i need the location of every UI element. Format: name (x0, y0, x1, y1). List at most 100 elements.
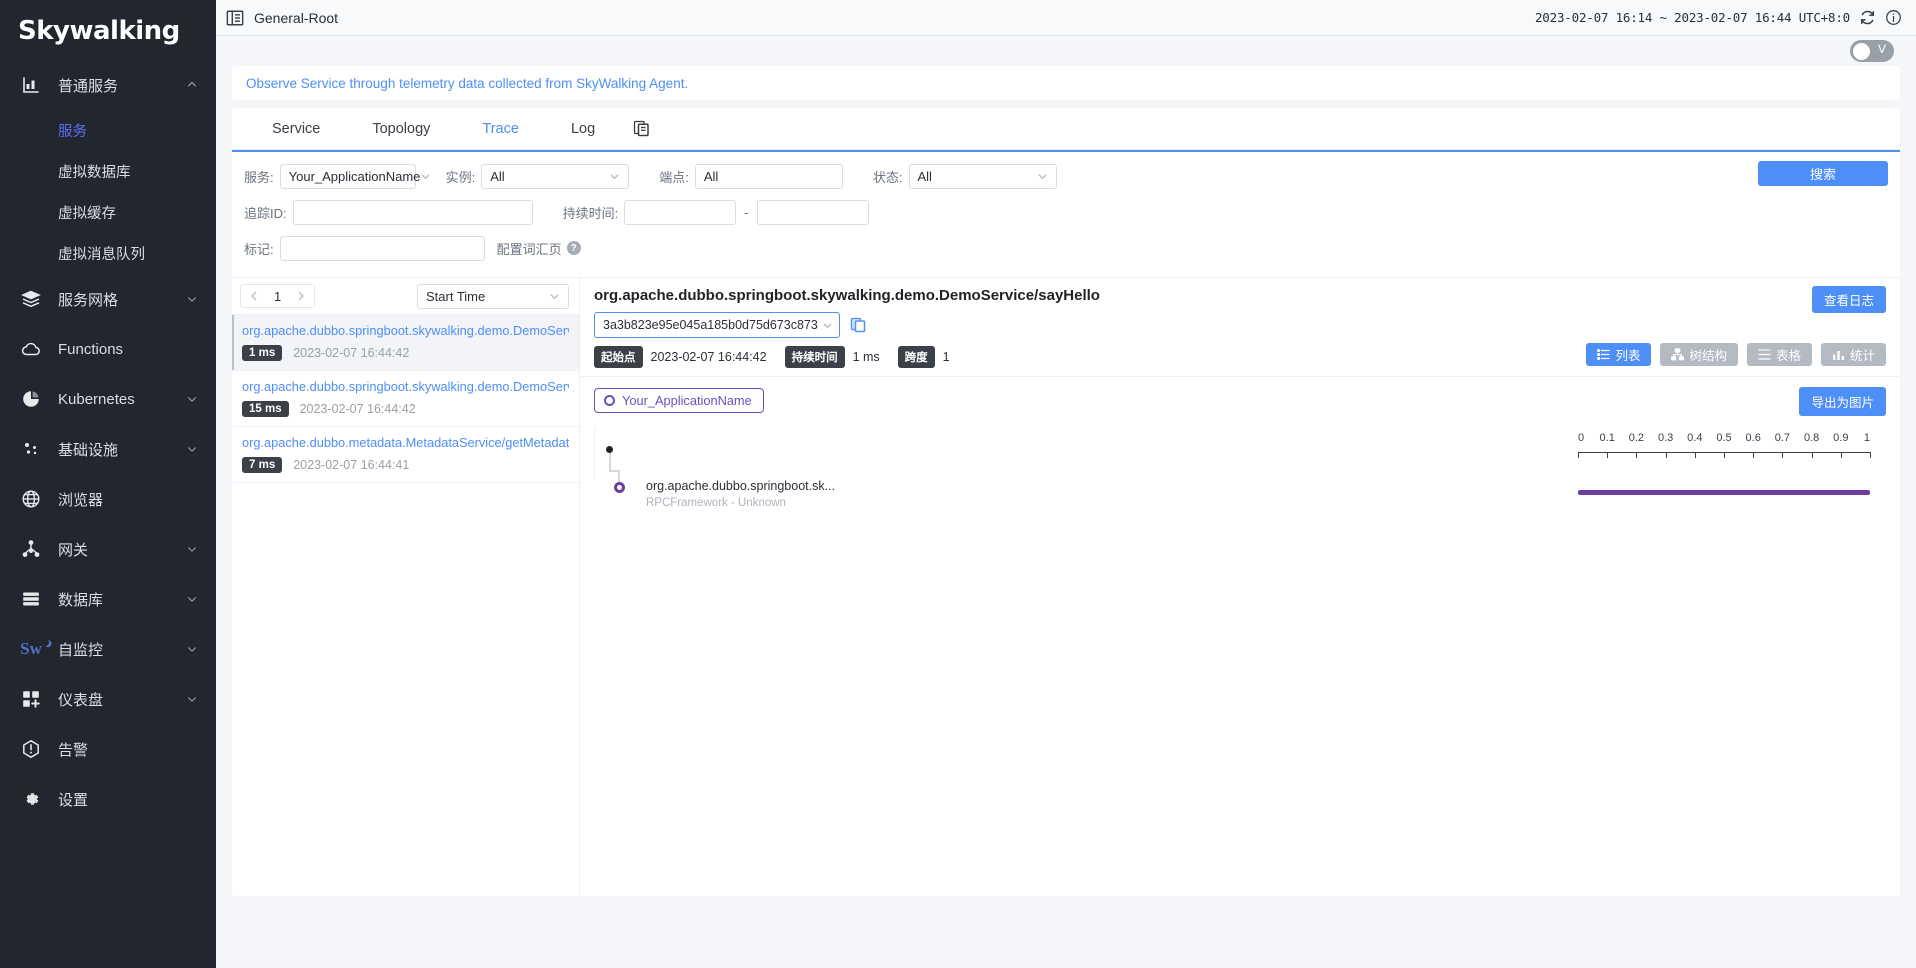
chevron-up-icon[interactable] (186, 79, 198, 91)
duration-min-input[interactable] (624, 200, 736, 225)
vocabulary-link[interactable]: 配置词汇页 ? (497, 239, 581, 258)
view-mode-button-stats[interactable]: 统计 (1821, 343, 1886, 366)
view-log-button[interactable]: 查看日志 (1812, 286, 1886, 313)
sidebar-subitem-0-2[interactable]: 虚拟缓存 (0, 192, 216, 233)
tab-topology[interactable]: Topology (346, 108, 456, 150)
timeline-axis: 00.10.20.30.40.50.60.70.80.91 (1578, 432, 1870, 466)
chevron-down-icon[interactable] (186, 543, 198, 555)
chevron-down-icon[interactable] (186, 443, 198, 455)
trace-card: ServiceTopologyTraceLog 服务: Your_Applica… (232, 108, 1900, 896)
trace-id-select[interactable]: 3a3b823e95e045a185b0d75d673c8733.163.167… (594, 312, 840, 338)
instance-select[interactable]: All (481, 164, 629, 189)
span-bar[interactable] (1578, 490, 1870, 495)
sidebar-item-6[interactable]: 网关 (0, 524, 216, 574)
tags-input[interactable] (280, 236, 485, 261)
copy-icon[interactable] (633, 120, 651, 138)
view-mode-button-list[interactable]: 列表 (1586, 343, 1651, 366)
view-mode-buttons: 列表树结构表格 统计 (1586, 343, 1886, 366)
axis-tick-label: 0.5 (1716, 432, 1731, 444)
duration-max-input[interactable] (757, 200, 869, 225)
service-tag[interactable]: Your_ApplicationName (594, 388, 764, 413)
sidebar-subitem-label: 服务 (58, 120, 87, 141)
trace-list-item[interactable]: org.apache.dubbo.springboot.skywalking.d… (232, 315, 579, 371)
view-mode-label: 统计 (1850, 345, 1875, 364)
chevron-down-icon (822, 320, 833, 331)
sidebar-item-5[interactable]: 浏览器 (0, 474, 216, 524)
sidebar-item-8[interactable]: Sw自监控 (0, 624, 216, 674)
sort-select[interactable]: Start Time (417, 284, 569, 309)
service-select[interactable]: Your_ApplicationName (280, 164, 416, 189)
axis-tick-label: 0.2 (1629, 432, 1644, 444)
child-node-dot[interactable] (614, 482, 625, 493)
trace-body: 1 Start Time org.apache.dubbo.sp (232, 278, 1900, 896)
trace-item-name[interactable]: org.apache.dubbo.springboot.skywalking.d… (242, 379, 569, 394)
prev-page-button[interactable] (243, 285, 265, 307)
tab-service[interactable]: Service (246, 108, 346, 150)
copy-icon[interactable] (850, 317, 867, 334)
axis-tick (1782, 452, 1783, 458)
sidebar-item-11[interactable]: 设置 (0, 774, 216, 824)
pagination: 1 (240, 284, 315, 308)
trace-id-input[interactable] (293, 200, 533, 225)
info-icon[interactable] (1885, 9, 1902, 26)
sidebar-subitem-0-0[interactable]: 服务 (0, 110, 216, 151)
sidebar-item-10[interactable]: 告警 (0, 724, 216, 774)
trace-list-item[interactable]: org.apache.dubbo.metadata.MetadataServic… (232, 427, 579, 483)
sidebar-item-label: 服务网格 (58, 289, 186, 310)
app-logo[interactable]: Skywalking (0, 0, 216, 60)
status-select[interactable]: All (909, 164, 1057, 189)
database-list-icon (20, 588, 42, 610)
trace-item-name[interactable]: org.apache.dubbo.metadata.MetadataServic… (242, 435, 569, 450)
view-mode-button-tree[interactable]: 树结构 (1660, 343, 1738, 366)
chevron-down-icon[interactable] (186, 693, 198, 705)
sidebar-item-4[interactable]: 基础设施 (0, 424, 216, 474)
trace-item-name[interactable]: org.apache.dubbo.springboot.skywalking.d… (242, 323, 569, 338)
chevron-down-icon[interactable] (186, 643, 198, 655)
refresh-icon[interactable] (1859, 9, 1876, 26)
view-mode-button-table[interactable]: 表格 (1747, 343, 1812, 366)
view-toggle[interactable]: V (1850, 40, 1894, 62)
chevron-down-icon[interactable] (186, 393, 198, 405)
sidebar-item-3[interactable]: Kubernetes (0, 374, 216, 424)
next-page-button[interactable] (290, 285, 312, 307)
sidebar-item-0[interactable]: 普通服务 (0, 60, 216, 110)
span-label[interactable]: org.apache.dubbo.springboot.sk... (646, 479, 835, 493)
axis-tick (1695, 452, 1696, 458)
page-number[interactable]: 1 (265, 289, 290, 304)
collapse-sidebar-icon[interactable] (226, 9, 244, 27)
trace-list-item[interactable]: org.apache.dubbo.springboot.skywalking.d… (232, 371, 579, 427)
rail-divider (594, 427, 595, 479)
chevron-down-icon[interactable] (186, 293, 198, 305)
sidebar-item-1[interactable]: 服务网格 (0, 274, 216, 324)
chevron-down-icon[interactable] (186, 593, 198, 605)
sidebar-item-label: 自监控 (58, 639, 186, 660)
instance-label: 实例: (446, 167, 476, 186)
duration-label: 持续时间: (563, 203, 619, 222)
axis-tick-label: 0.4 (1687, 432, 1702, 444)
page-title: General-Root (254, 10, 338, 26)
sidebar-item-label: 数据库 (58, 589, 186, 610)
sidebar-item-7[interactable]: 数据库 (0, 574, 216, 624)
export-image-button[interactable]: 导出为图片 (1799, 387, 1886, 416)
sidebar-item-9[interactable]: 仪表盘 (0, 674, 216, 724)
sidebar-item-2[interactable]: Functions (0, 324, 216, 374)
trace-id-label: 追踪ID: (244, 203, 287, 222)
trace-list[interactable]: org.apache.dubbo.springboot.skywalking.d… (232, 314, 579, 896)
time-range-picker[interactable]: 2023-02-07 16:14 ~ 2023-02-07 16:44 UTC+… (1535, 10, 1850, 25)
trace-item-meta: 1 ms2023-02-07 16:44:42 (242, 345, 569, 361)
duration-separator: - (744, 205, 748, 220)
sidebar-subitem-0-1[interactable]: 虚拟数据库 (0, 151, 216, 192)
sidebar-subitem-0-3[interactable]: 虚拟消息队列 (0, 233, 216, 274)
status-label: 状态: (873, 167, 903, 186)
tags-label: 标记: (244, 239, 274, 258)
endpoint-input[interactable]: All (695, 164, 843, 189)
banner-text: Observe Service through telemetry data c… (246, 76, 688, 91)
tab-trace[interactable]: Trace (456, 108, 545, 150)
search-button[interactable]: 搜索 (1758, 161, 1888, 186)
toggle-knob (1853, 43, 1870, 60)
sidebar-item-label: 告警 (58, 739, 198, 760)
tab-log[interactable]: Log (545, 108, 621, 150)
help-icon[interactable]: ? (567, 241, 581, 255)
root-node-dot[interactable] (606, 446, 613, 453)
vocabulary-link-label: 配置词汇页 (497, 239, 562, 258)
